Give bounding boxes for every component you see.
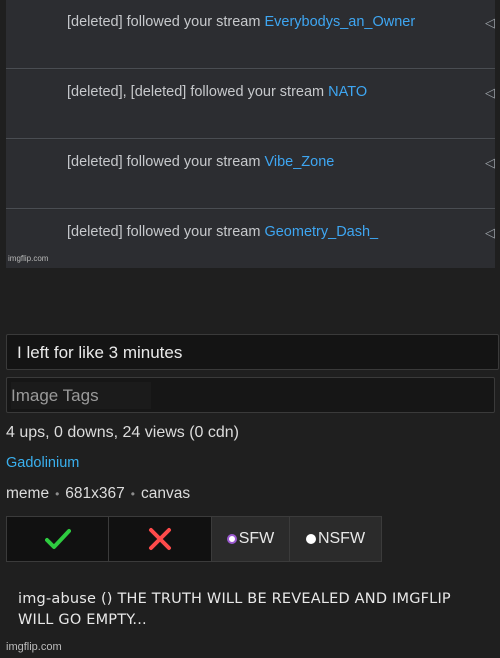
meta-separator: • — [130, 487, 135, 501]
stream-link: Vibe_Zone — [264, 154, 335, 170]
nsfw-label: NSFW — [317, 530, 366, 547]
notification-text: [deleted] followed your stream Geometry_… — [67, 224, 379, 240]
footer-watermark: imgflip.com — [6, 641, 62, 653]
arrow-icon: ◁ — [485, 86, 495, 101]
meta-source: canvas — [140, 485, 191, 502]
title-input[interactable]: I left for like 3 minutes — [6, 334, 499, 370]
meta-dimensions: 681x367 — [65, 485, 125, 502]
tags-input[interactable]: Image Tags — [6, 377, 495, 413]
radio-unselected-icon — [305, 534, 316, 544]
notification-row: [deleted] followed your stream Vibe_Zone… — [6, 140, 495, 209]
vote-bar: SFW NSFW — [6, 516, 382, 562]
image-watermark: imgflip.com — [8, 254, 49, 263]
downvote-button[interactable] — [109, 516, 212, 562]
upvote-button[interactable] — [6, 516, 109, 562]
image-meta: meme • 681x367 • canvas — [6, 485, 190, 503]
notification-row: [deleted] followed your stream Everybody… — [6, 0, 495, 69]
notification-row: [deleted] followed your stream Geometry_… — [6, 210, 495, 268]
image-comment: img-abuse () THE TRUTH WILL BE REVEALED … — [18, 591, 451, 628]
check-icon — [44, 529, 71, 549]
arrow-icon: ◁ — [485, 16, 495, 31]
arrow-icon: ◁ — [485, 226, 495, 241]
stream-link: Everybodys_an_Owner — [264, 14, 416, 30]
notification-text: [deleted] followed your stream Everybody… — [67, 14, 416, 30]
notification-text: [deleted] followed your stream Vibe_Zone — [67, 154, 335, 170]
meta-separator: • — [55, 487, 60, 501]
author-link[interactable]: Gadolinium — [6, 455, 79, 471]
tags-placeholder: Image Tags — [11, 382, 151, 409]
notification-text: [deleted], [deleted] followed your strea… — [67, 84, 368, 100]
nsfw-radio-button[interactable]: NSFW — [290, 516, 382, 562]
stream-link: Geometry_Dash_ — [264, 224, 379, 240]
sfw-radio-button[interactable]: SFW — [212, 516, 290, 562]
meme-image: [deleted] followed your stream Everybody… — [6, 0, 495, 268]
sfw-label: SFW — [238, 530, 275, 547]
stream-link: NATO — [328, 84, 368, 100]
radio-selected-icon — [226, 534, 237, 544]
x-icon — [149, 528, 171, 550]
image-stats: 4 ups, 0 downs, 24 views (0 cdn) — [6, 424, 240, 441]
arrow-icon: ◁ — [485, 156, 495, 171]
meta-type: meme — [6, 485, 50, 502]
notification-row: [deleted], [deleted] followed your strea… — [6, 70, 495, 139]
